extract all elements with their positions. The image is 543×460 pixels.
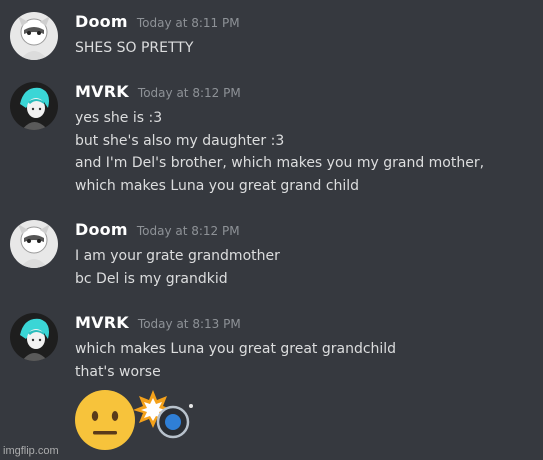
avatar-doom[interactable] xyxy=(10,12,58,60)
emoji-row xyxy=(75,388,205,452)
timestamp: Today at 8:12 PM xyxy=(137,86,241,100)
username[interactable]: MVRK xyxy=(75,82,129,101)
message-header: Doom Today at 8:11 PM xyxy=(75,12,240,36)
message-line: and I'm Del's brother, which makes you m… xyxy=(75,155,485,171)
message-content: which makes Luna you great great grandch… xyxy=(75,338,396,383)
timestamp: Today at 8:11 PM xyxy=(136,16,240,30)
message-content: SHES SO PRETTY xyxy=(75,37,193,60)
watermark: imgflip.com xyxy=(3,445,59,457)
username[interactable]: Doom xyxy=(75,12,128,31)
message-header: MVRK Today at 8:13 PM xyxy=(75,313,241,337)
message-line: which makes Luna you great great grandch… xyxy=(75,341,397,357)
timestamp: Today at 8:12 PM xyxy=(136,224,240,238)
message-line: but she's also my daughter :3 xyxy=(75,132,285,149)
avatar-mvrk[interactable] xyxy=(10,82,58,130)
username[interactable]: MVRK xyxy=(75,313,129,332)
avatar-doom[interactable] xyxy=(10,220,58,268)
message-content: I am your grate grandmother bc Del is my… xyxy=(75,245,280,290)
message-line: which makes Luna you great grand child xyxy=(75,177,360,194)
message-header: Doom Today at 8:12 PM xyxy=(75,220,240,244)
message-line: I am your grate grandmother xyxy=(75,248,280,264)
message-line: that's worse xyxy=(75,363,161,380)
message-line: bc Del is my grandkid xyxy=(75,270,228,287)
avatar-mvrk[interactable] xyxy=(10,313,58,361)
timestamp: Today at 8:13 PM xyxy=(137,317,241,331)
username[interactable]: Doom xyxy=(75,220,128,239)
message-line: yes she is :3 xyxy=(75,110,163,126)
message-header: MVRK Today at 8:12 PM xyxy=(75,82,241,106)
message-content: yes she is :3 but she's also my daughter… xyxy=(75,107,484,197)
chat-area: Doom Today at 8:11 PM SHES SO PRETTY MVR… xyxy=(0,0,543,460)
message-line: SHES SO PRETTY xyxy=(75,40,194,56)
neutral-face-emoji xyxy=(75,390,135,450)
